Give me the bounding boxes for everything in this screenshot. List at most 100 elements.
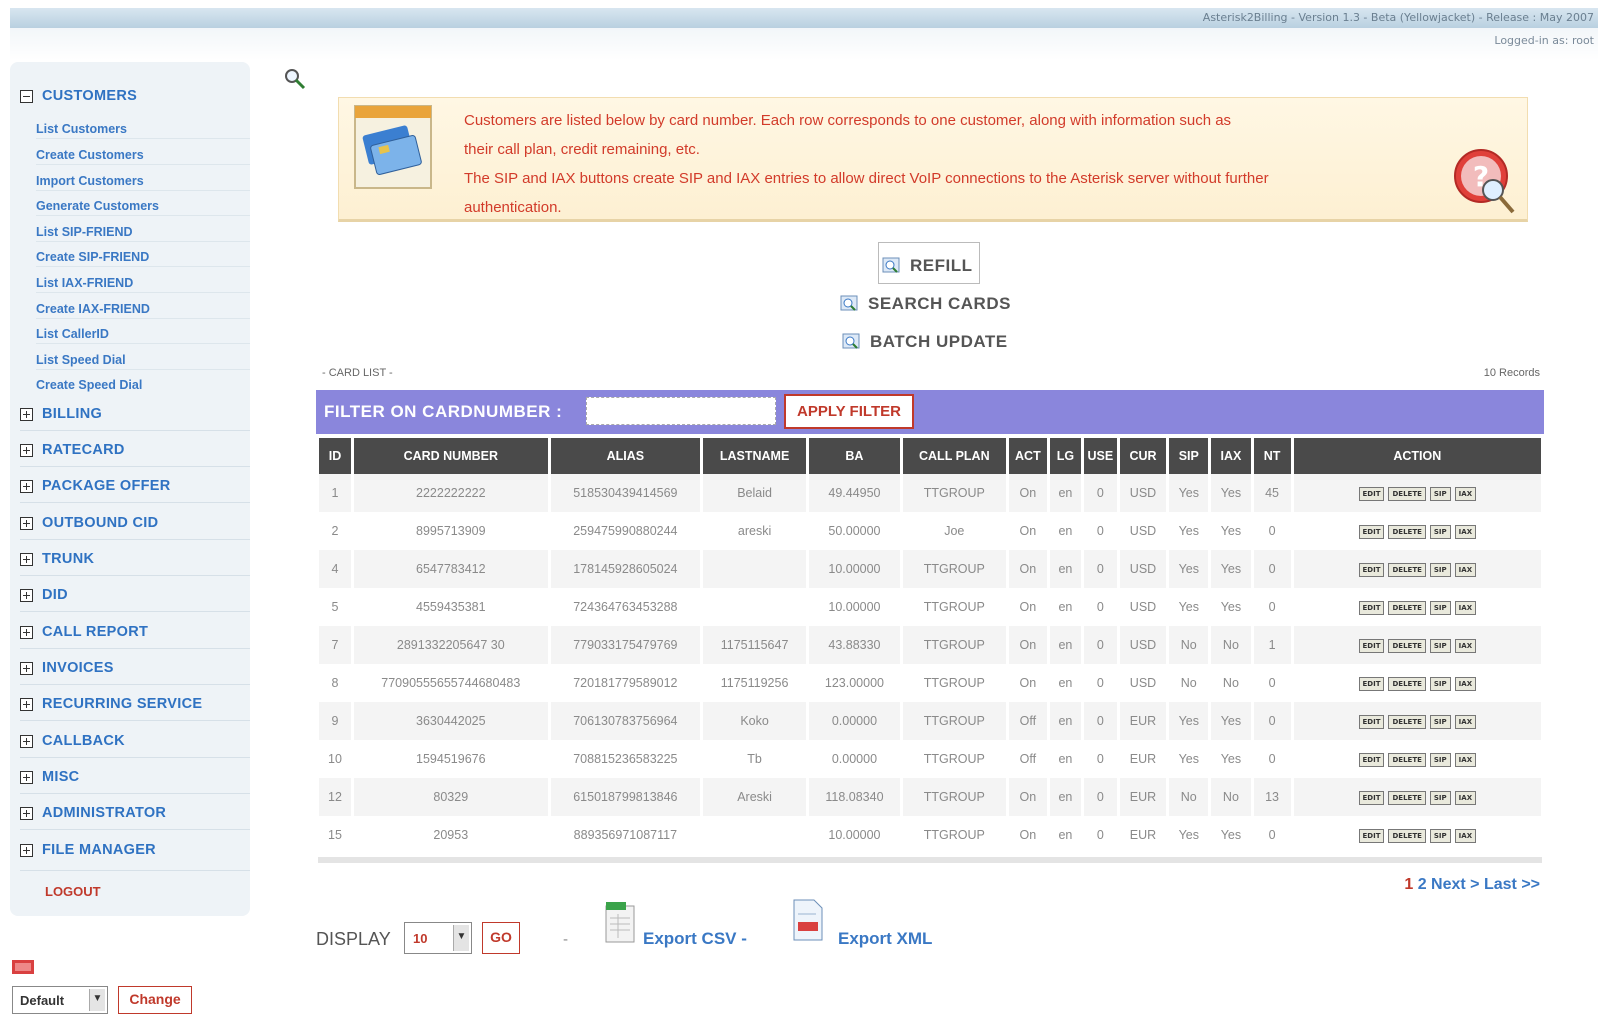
- column-header[interactable]: CARD NUMBER: [353, 438, 548, 474]
- column-header[interactable]: CALL PLAN: [902, 438, 1006, 474]
- sip-button[interactable]: SIP: [1429, 791, 1451, 805]
- refill-link[interactable]: REFILL: [882, 256, 973, 276]
- change-theme-button[interactable]: Change: [118, 986, 192, 1014]
- sidebar-section-file-manager[interactable]: FILE MANAGER: [20, 839, 156, 861]
- language-flag-icon[interactable]: [12, 960, 34, 974]
- iax-button[interactable]: IAX: [1454, 677, 1477, 691]
- sidebar-item-generate-customers[interactable]: Generate Customers: [36, 199, 159, 213]
- sidebar-item-create-iax-friend[interactable]: Create IAX-FRIEND: [36, 302, 150, 316]
- iax-button[interactable]: IAX: [1454, 715, 1477, 729]
- delete-button[interactable]: DELETE: [1388, 601, 1426, 615]
- sidebar-section-billing[interactable]: BILLING: [20, 403, 102, 425]
- column-header[interactable]: ALIAS: [550, 438, 701, 474]
- edit-button[interactable]: EDIT: [1358, 677, 1385, 691]
- sip-button[interactable]: SIP: [1429, 601, 1451, 615]
- sidebar-section-customers[interactable]: CUSTOMERS: [20, 85, 137, 107]
- sidebar-item-import-customers[interactable]: Import Customers: [36, 174, 144, 188]
- column-header[interactable]: BA: [809, 438, 900, 474]
- edit-button[interactable]: EDIT: [1358, 715, 1385, 729]
- sidebar-section-ratecard[interactable]: RATECARD: [20, 439, 125, 461]
- iax-button[interactable]: IAX: [1454, 563, 1477, 577]
- iax-button[interactable]: IAX: [1454, 525, 1477, 539]
- export-csv-link[interactable]: Export CSV -: [643, 929, 747, 949]
- iax-button[interactable]: IAX: [1454, 601, 1477, 615]
- column-header[interactable]: LG: [1049, 438, 1081, 474]
- edit-button[interactable]: EDIT: [1358, 753, 1385, 767]
- sidebar-item-list-sip-friend[interactable]: List SIP-FRIEND: [36, 225, 133, 239]
- sidebar-section-outbound-cid[interactable]: OUTBOUND CID: [20, 512, 158, 534]
- search-cards-link[interactable]: SEARCH CARDS: [840, 294, 1011, 314]
- delete-button[interactable]: DELETE: [1388, 487, 1426, 501]
- sip-button[interactable]: SIP: [1429, 715, 1451, 729]
- edit-button[interactable]: EDIT: [1358, 563, 1385, 577]
- edit-button[interactable]: EDIT: [1358, 525, 1385, 539]
- display-count-select[interactable]: 10 ▼: [404, 922, 472, 954]
- sip-button[interactable]: SIP: [1429, 753, 1451, 767]
- sip-button[interactable]: SIP: [1429, 525, 1451, 539]
- column-header[interactable]: USE: [1083, 438, 1117, 474]
- export-xml-link[interactable]: Export XML: [838, 929, 932, 949]
- delete-button[interactable]: DELETE: [1388, 525, 1426, 539]
- edit-button[interactable]: EDIT: [1358, 601, 1385, 615]
- sidebar-item-list-callerid[interactable]: List CallerID: [36, 327, 109, 341]
- sidebar-item-create-speed-dial[interactable]: Create Speed Dial: [36, 378, 142, 392]
- sidebar-section-misc[interactable]: MISC: [20, 766, 79, 788]
- page-2-link[interactable]: 2: [1418, 876, 1427, 893]
- delete-button[interactable]: DELETE: [1388, 639, 1426, 653]
- sidebar-section-did[interactable]: DID: [20, 584, 68, 606]
- iax-button[interactable]: IAX: [1454, 753, 1477, 767]
- apply-filter-button[interactable]: APPLY FILTER: [784, 394, 914, 429]
- sidebar-section-recurring-service[interactable]: RECURRING SERVICE: [20, 693, 202, 715]
- sidebar-item-create-sip-friend[interactable]: Create SIP-FRIEND: [36, 250, 149, 264]
- edit-button[interactable]: EDIT: [1358, 487, 1385, 501]
- xml-file-icon[interactable]: [790, 898, 826, 944]
- magnifier-icon[interactable]: [282, 66, 308, 92]
- cardnumber-filter-input[interactable]: [586, 397, 776, 425]
- edit-button[interactable]: EDIT: [1358, 639, 1385, 653]
- delete-button[interactable]: DELETE: [1388, 829, 1426, 843]
- delete-button[interactable]: DELETE: [1388, 677, 1426, 691]
- column-header[interactable]: ACTION: [1293, 438, 1541, 474]
- column-header[interactable]: NT: [1253, 438, 1291, 474]
- sip-button[interactable]: SIP: [1429, 487, 1451, 501]
- edit-button[interactable]: EDIT: [1358, 791, 1385, 805]
- sidebar-item-list-speed-dial[interactable]: List Speed Dial: [36, 353, 126, 367]
- iax-button[interactable]: IAX: [1454, 487, 1477, 501]
- csv-file-icon[interactable]: [604, 900, 638, 944]
- sidebar-section-trunk[interactable]: TRUNK: [20, 548, 94, 570]
- sidebar-section-package-offer[interactable]: PACKAGE OFFER: [20, 475, 171, 497]
- column-header[interactable]: IAX: [1211, 438, 1251, 474]
- delete-button[interactable]: DELETE: [1388, 715, 1426, 729]
- theme-select[interactable]: Default ▼: [12, 986, 108, 1014]
- delete-button[interactable]: DELETE: [1388, 753, 1426, 767]
- sip-button[interactable]: SIP: [1429, 677, 1451, 691]
- column-header[interactable]: SIP: [1169, 438, 1209, 474]
- go-button[interactable]: GO: [482, 922, 520, 954]
- sip-button[interactable]: SIP: [1429, 639, 1451, 653]
- iax-button[interactable]: IAX: [1454, 791, 1477, 805]
- sidebar-item-list-customers[interactable]: List Customers: [36, 122, 127, 136]
- delete-button[interactable]: DELETE: [1388, 563, 1426, 577]
- iax-button[interactable]: IAX: [1454, 639, 1477, 653]
- column-header[interactable]: ACT: [1008, 438, 1047, 474]
- logout-link[interactable]: LOGOUT: [45, 884, 101, 899]
- page-1-link[interactable]: 1: [1404, 876, 1413, 893]
- sidebar-section-administrator[interactable]: ADMINISTRATOR: [20, 802, 166, 824]
- column-header[interactable]: LASTNAME: [703, 438, 807, 474]
- sidebar-section-call-report[interactable]: CALL REPORT: [20, 621, 148, 643]
- help-icon[interactable]: ?: [1451, 146, 1519, 218]
- sidebar-section-invoices[interactable]: INVOICES: [20, 657, 114, 679]
- batch-update-link[interactable]: BATCH UPDATE: [842, 332, 1008, 352]
- sidebar-item-create-customers[interactable]: Create Customers: [36, 148, 144, 162]
- column-header[interactable]: ID: [319, 438, 351, 474]
- edit-button[interactable]: EDIT: [1358, 829, 1385, 843]
- column-header[interactable]: CUR: [1119, 438, 1167, 474]
- sip-button[interactable]: SIP: [1429, 829, 1451, 843]
- next-page-link[interactable]: Next >: [1431, 876, 1479, 893]
- last-page-link[interactable]: Last >>: [1484, 876, 1540, 893]
- sip-button[interactable]: SIP: [1429, 563, 1451, 577]
- sidebar-section-callback[interactable]: CALLBACK: [20, 730, 125, 752]
- sidebar-item-list-iax-friend[interactable]: List IAX-FRIEND: [36, 276, 133, 290]
- iax-button[interactable]: IAX: [1454, 829, 1477, 843]
- delete-button[interactable]: DELETE: [1388, 791, 1426, 805]
